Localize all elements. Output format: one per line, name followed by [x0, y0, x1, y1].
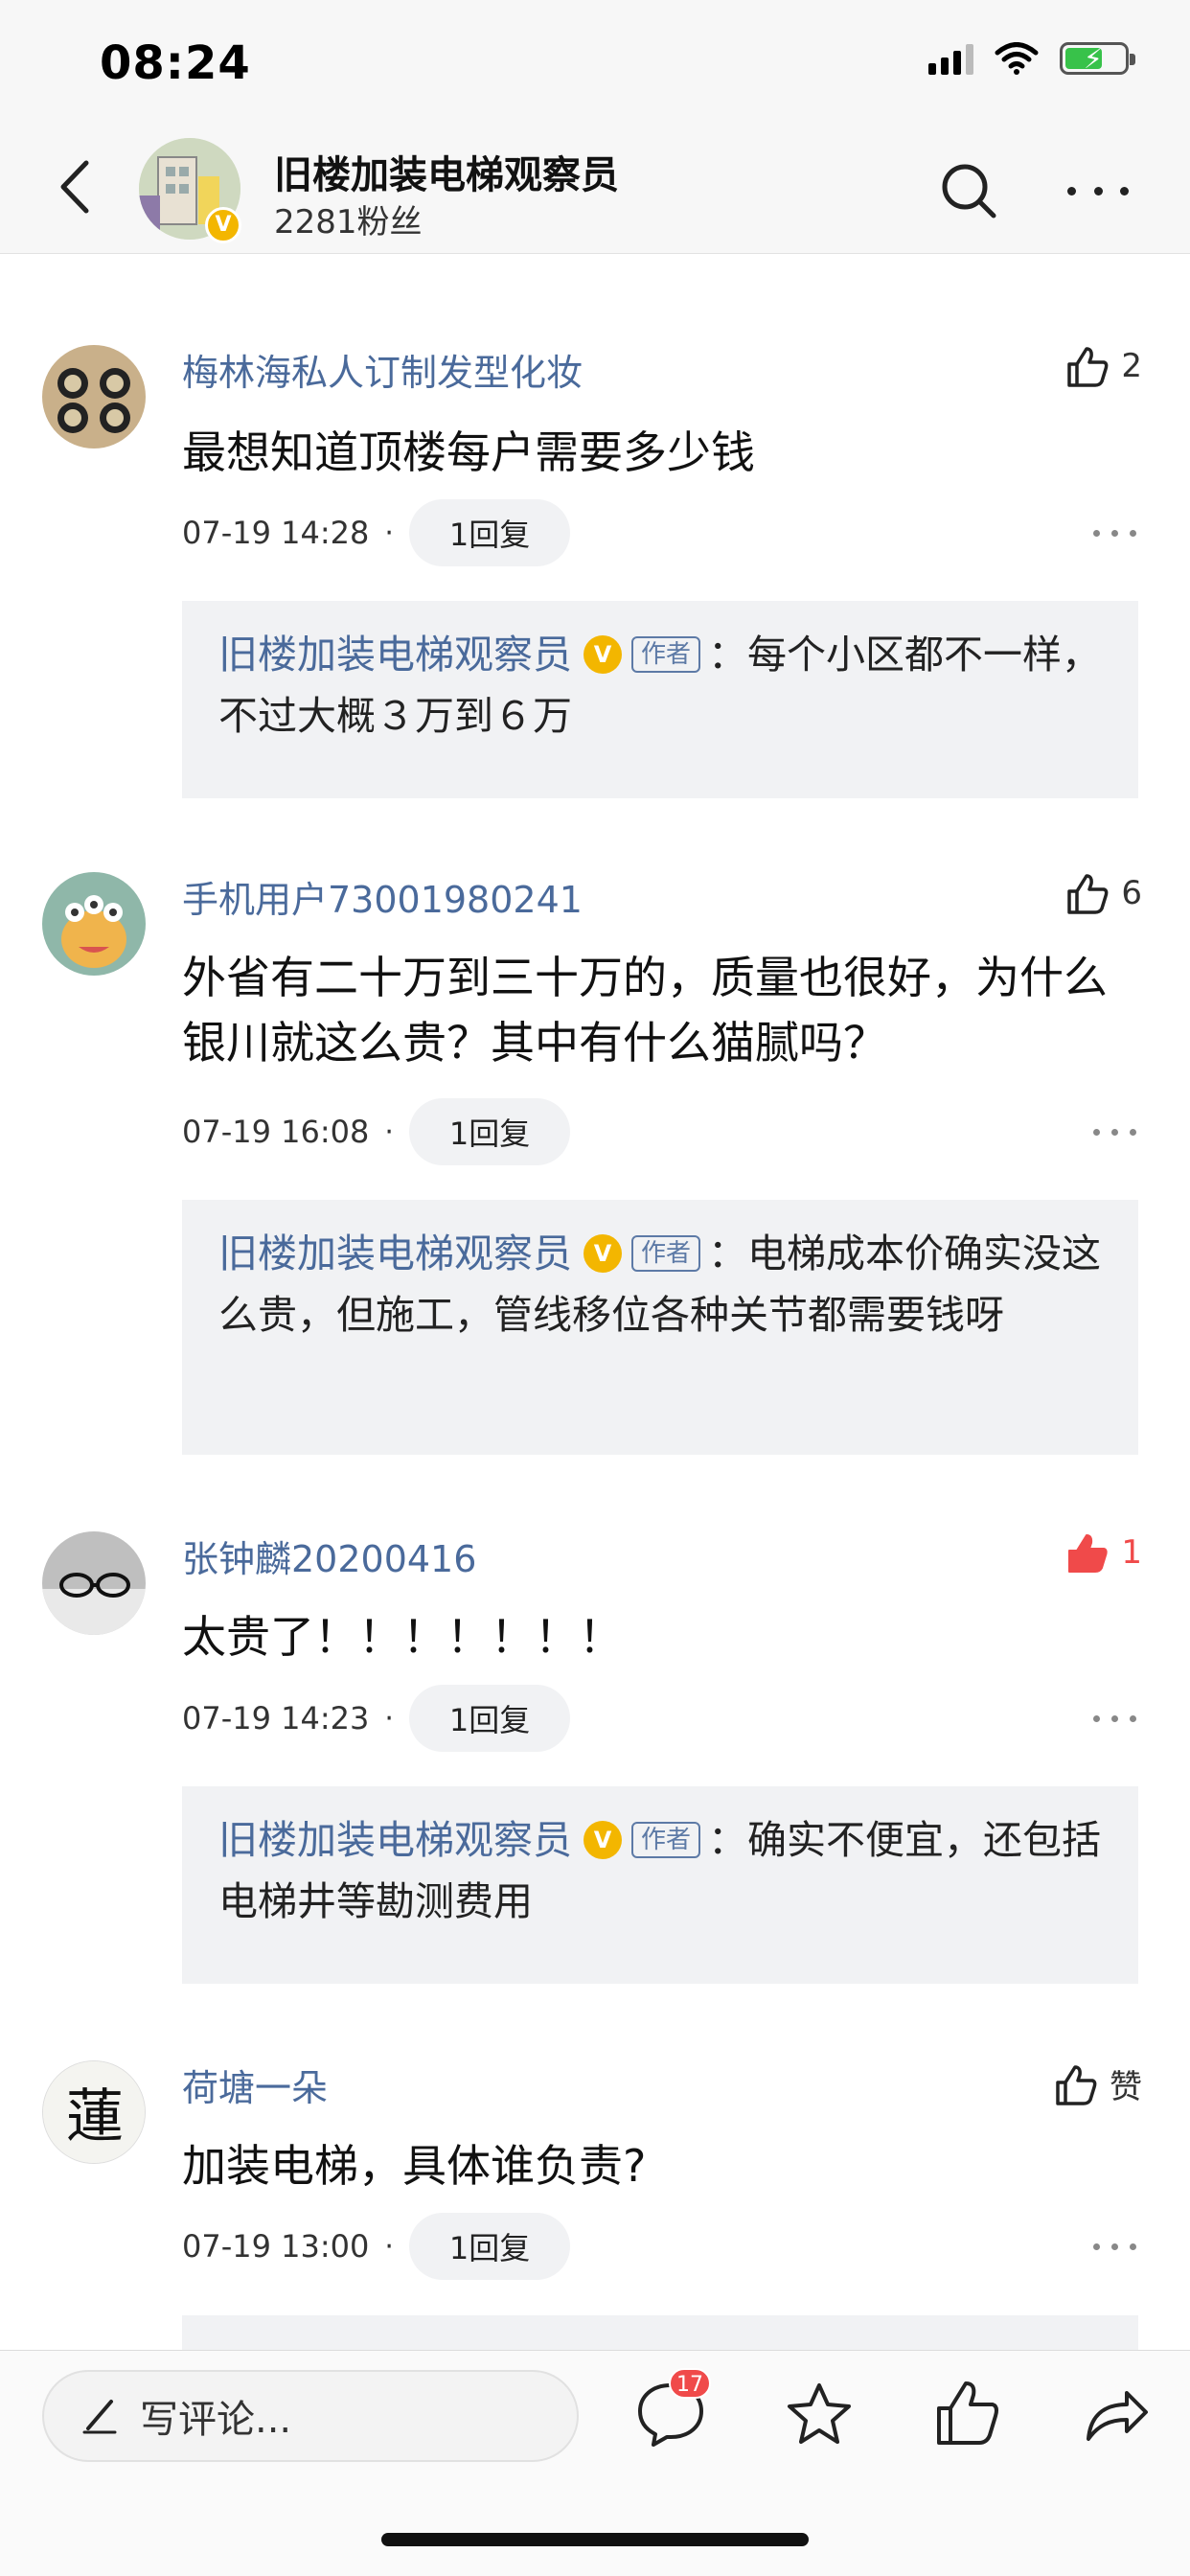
- comment-author[interactable]: 荷塘一朵: [182, 2058, 328, 2111]
- status-time: 08:24: [100, 36, 251, 90]
- share-icon[interactable]: [1077, 2376, 1154, 2452]
- separator-dot: ·: [384, 2229, 394, 2264]
- comment-count-badge: 17: [669, 2368, 711, 2399]
- verified-badge-icon: V: [584, 1821, 622, 1859]
- like-button[interactable]: 1: [1065, 1531, 1142, 1574]
- replies-button[interactable]: 1回复: [408, 2213, 571, 2280]
- like-count: 6: [1121, 874, 1142, 912]
- follower-count: 2281粉丝: [274, 203, 423, 242]
- reply-author[interactable]: 旧楼加装电梯观察员: [218, 1817, 572, 1863]
- comment-meta: 07-19 16:08 · 1回复: [182, 1098, 571, 1165]
- verified-badge-icon: V: [584, 635, 622, 674]
- user-avatar[interactable]: [42, 345, 146, 448]
- author-tag: 作者: [631, 1235, 701, 1272]
- comment-time: 07-19 14:28: [182, 515, 370, 551]
- search-icon[interactable]: [937, 159, 1000, 222]
- like-count: 1: [1121, 1533, 1142, 1572]
- more-options-icon[interactable]: [1093, 1709, 1136, 1728]
- status-icons: ⚡: [928, 42, 1135, 75]
- verified-badge-icon: V: [584, 1234, 622, 1273]
- battery-icon: ⚡: [1060, 42, 1135, 75]
- thumbs-up-icon: [1067, 347, 1109, 387]
- comment-text: 最想知道顶楼每户需要多少钱: [182, 426, 755, 478]
- nav-header: V 旧楼加装电梯观察员 2281粉丝: [0, 125, 1190, 254]
- reply-author[interactable]: 旧楼加装电梯观察员: [218, 632, 572, 678]
- user-avatar[interactable]: [42, 1531, 146, 1635]
- avatar-calligraphy: 蓮: [66, 2083, 124, 2150]
- thumbs-up-filled-icon: [1068, 1534, 1109, 1573]
- home-indicator[interactable]: [381, 2533, 809, 2546]
- author-tag: 作者: [631, 1822, 701, 1858]
- separator-dot: ·: [384, 1115, 394, 1149]
- comment-author[interactable]: 梅林海私人订制发型化妆: [182, 343, 583, 396]
- pencil-icon: [82, 2400, 117, 2434]
- user-avatar[interactable]: [42, 872, 146, 976]
- thumbs-up-icon[interactable]: [929, 2376, 1006, 2452]
- comment-text: 太贵了！！！！！！！: [182, 1611, 623, 1663]
- reply-text-prefix: ：: [708, 632, 748, 678]
- replies-button[interactable]: 1回复: [408, 499, 571, 566]
- author-reply[interactable]: 旧楼加装电梯观察员 V 作者 ：确实不便宜，还包括电梯井等勘测费用: [182, 1786, 1138, 1984]
- star-icon[interactable]: [781, 2376, 858, 2452]
- author-tag: 作者: [631, 636, 701, 673]
- write-comment-input[interactable]: 写评论...: [42, 2370, 579, 2462]
- back-icon[interactable]: [48, 153, 105, 220]
- thumbs-up-icon: [1067, 874, 1109, 914]
- replies-button[interactable]: 1回复: [408, 1685, 571, 1752]
- more-options-icon[interactable]: [1093, 2237, 1136, 2256]
- comment-author[interactable]: 张钟麟20200416: [182, 1530, 476, 1582]
- comment-author[interactable]: 手机用户73001980241: [182, 870, 583, 923]
- thumbs-up-icon: [1056, 2064, 1097, 2105]
- comment-text: 加装电梯，具体谁负责?: [182, 2140, 647, 2192]
- comment-meta: 07-19 14:23 · 1回复: [182, 1685, 571, 1752]
- more-icon[interactable]: [1064, 159, 1133, 222]
- replies-button[interactable]: 1回复: [408, 1098, 571, 1165]
- wifi-icon: [995, 42, 1039, 75]
- like-button[interactable]: 6: [1065, 872, 1142, 914]
- comment-text: 外省有二十万到三十万的，质量也很好，为什么银川就这么贵？其中有什么猫腻吗？: [182, 952, 1108, 1069]
- cellular-signal-icon: [928, 42, 973, 75]
- verified-badge-icon: V: [205, 207, 241, 243]
- author-reply[interactable]: 旧楼加装电梯观察员 V 作者 ：电梯成本价确实没这么贵，但施工，管线移位各种关节都需要…: [182, 1200, 1138, 1455]
- comment-time: 07-19 16:08: [182, 1114, 370, 1150]
- like-count: 2: [1121, 347, 1142, 385]
- comment-time: 07-19 14:23: [182, 1700, 370, 1736]
- comment-meta: 07-19 13:00 · 1回复: [182, 2213, 571, 2280]
- user-avatar[interactable]: 蓮: [42, 2060, 146, 2164]
- like-button[interactable]: 赞: [1054, 2060, 1142, 2107]
- reply-author[interactable]: 旧楼加装电梯观察员: [218, 1230, 572, 1276]
- page-title[interactable]: 旧楼加装电梯观察员: [274, 144, 619, 199]
- write-comment-placeholder: 写评论...: [140, 2398, 292, 2442]
- status-bar: 08:24 ⚡: [0, 0, 1190, 125]
- separator-dot: ·: [384, 1701, 394, 1736]
- author-reply[interactable]: 旧楼加装电梯观察员 V 作者 ：每个小区都不一样，不过大概３万到６万: [182, 601, 1138, 798]
- reply-text-prefix: ：: [708, 1817, 748, 1863]
- more-options-icon[interactable]: [1093, 1122, 1136, 1141]
- reply-text-prefix: ：: [708, 1230, 748, 1276]
- like-button[interactable]: 2: [1065, 345, 1142, 387]
- comment-time: 07-19 13:00: [182, 2228, 370, 2265]
- separator-dot: ·: [384, 516, 394, 550]
- like-label: 赞: [1110, 2068, 1142, 2106]
- comment-meta: 07-19 14:28 · 1回复: [182, 499, 571, 566]
- more-options-icon[interactable]: [1093, 523, 1136, 542]
